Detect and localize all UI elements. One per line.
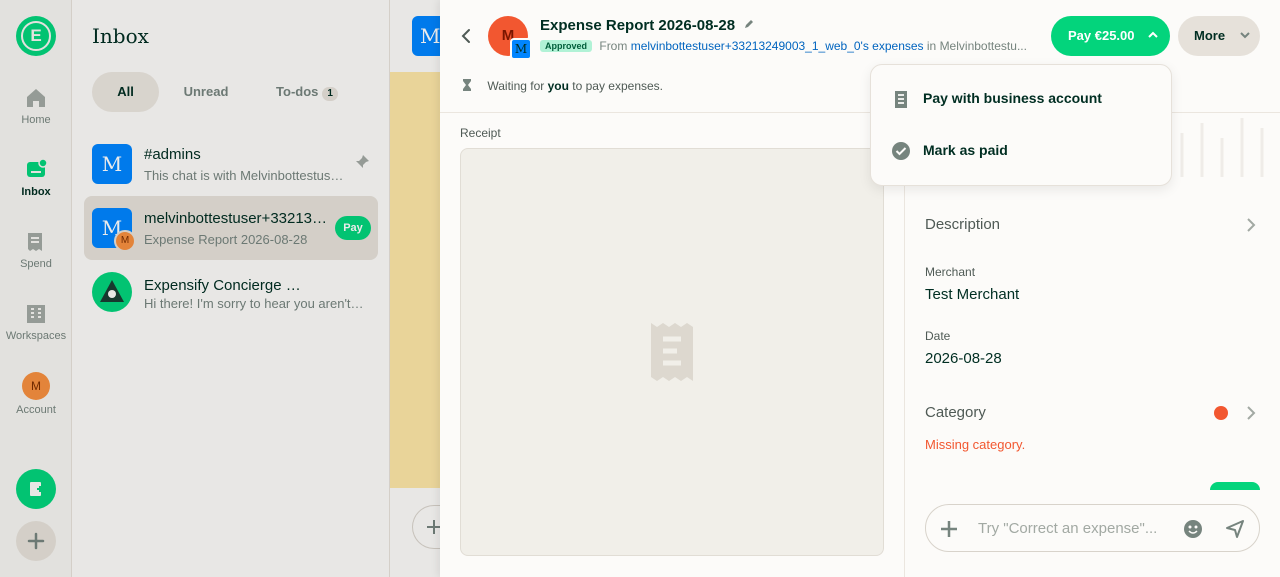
menu-item-pay-business[interactable]: Pay with business account xyxy=(871,73,1171,125)
report-title-text: Expense Report 2026-08-28 xyxy=(540,17,736,34)
cover-image xyxy=(1172,113,1280,177)
date-value[interactable]: 2026-08-28 xyxy=(925,350,1002,367)
composer-placeholder[interactable]: Try "Correct an expense"... xyxy=(978,520,1157,537)
chevron-up-icon xyxy=(1148,31,1158,38)
category-field[interactable]: Category xyxy=(925,404,986,421)
chat-composer[interactable]: Try "Correct an expense"... xyxy=(925,504,1260,552)
report-title[interactable]: Expense Report 2026-08-28 xyxy=(540,17,755,34)
send-icon[interactable] xyxy=(1225,519,1245,539)
waiting-message: Waiting for you to pay expenses. xyxy=(460,78,663,93)
date-label: Date xyxy=(925,329,951,343)
toggle-switch[interactable] xyxy=(1210,482,1260,490)
menu-item-label: Mark as paid xyxy=(923,142,1008,158)
from-prefix: From xyxy=(599,39,628,53)
receipt-placeholder-icon xyxy=(651,323,693,381)
checkmark-circle-icon xyxy=(892,142,910,160)
pencil-icon xyxy=(745,20,754,28)
merchant-value[interactable]: Test Merchant xyxy=(925,286,1019,303)
emoji-icon[interactable] xyxy=(1183,519,1203,539)
pay-button-label: Pay €25.00 xyxy=(1068,28,1135,43)
receipt-label: Receipt xyxy=(460,126,501,140)
error-indicator xyxy=(1214,406,1228,420)
hourglass-icon xyxy=(463,79,471,91)
receipt-area[interactable] xyxy=(460,148,884,556)
report-subtitle: Approved From melvinbottestuser+33213249… xyxy=(540,39,1045,53)
in-workspace: in Melvinbottestu... xyxy=(926,39,1027,53)
waiting-bold: you xyxy=(547,79,569,93)
waiting-pre: Waiting for xyxy=(487,79,545,93)
more-button-label: More xyxy=(1194,28,1226,43)
workspace-avatar: M xyxy=(510,38,532,60)
from-link[interactable]: melvinbottestuser+33213249003_1_web_0's … xyxy=(631,39,924,53)
pay-options-menu: Pay with business account Mark as paid xyxy=(870,64,1172,186)
back-arrow-icon[interactable] xyxy=(458,24,474,48)
menu-item-label: Pay with business account xyxy=(923,90,1102,106)
pay-button[interactable]: Pay €25.00 xyxy=(1051,16,1170,56)
description-field[interactable]: Description xyxy=(925,216,1000,233)
menu-item-mark-paid[interactable]: Mark as paid xyxy=(871,125,1171,177)
chevron-right-icon xyxy=(1247,218,1256,232)
chevron-down-icon xyxy=(1239,32,1250,39)
building-icon xyxy=(895,91,907,108)
more-button[interactable]: More xyxy=(1178,16,1260,56)
chevron-right-icon xyxy=(1247,406,1256,420)
modal-overlay[interactable] xyxy=(0,0,440,577)
plus-icon[interactable] xyxy=(939,519,959,539)
merchant-label: Merchant xyxy=(925,265,976,279)
status-badge: Approved xyxy=(540,40,593,52)
category-error: Missing category. xyxy=(925,437,1026,452)
waiting-post: to pay expenses. xyxy=(572,79,664,93)
